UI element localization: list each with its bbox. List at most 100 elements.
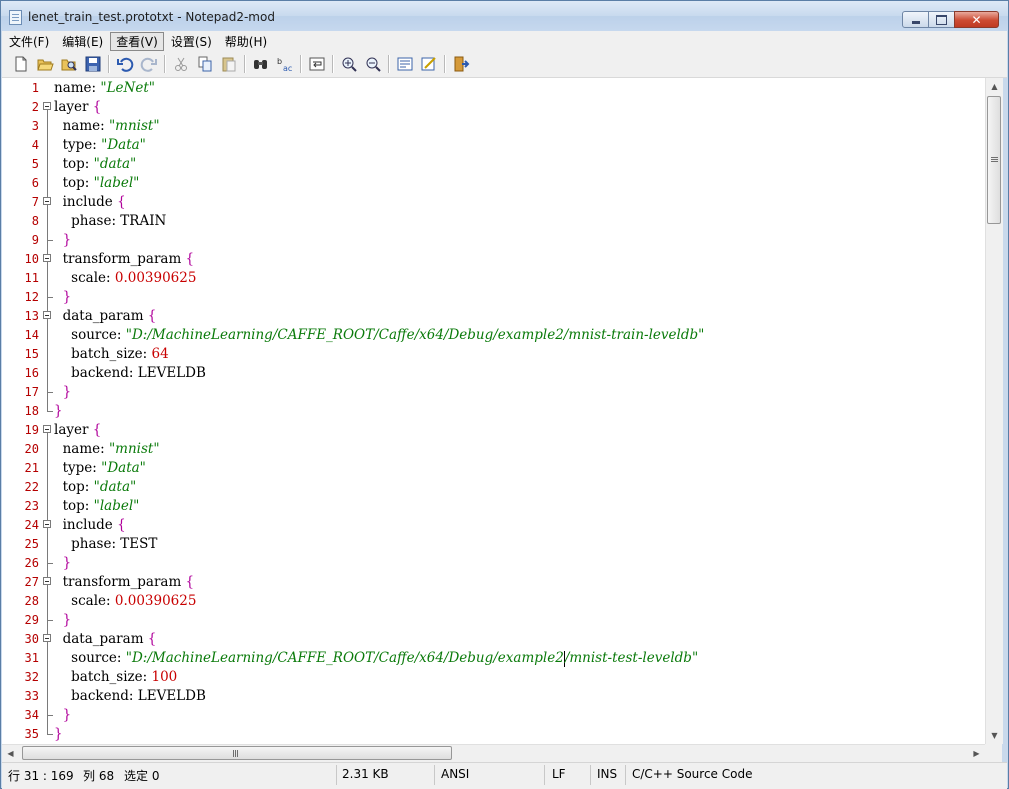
code-line[interactable]: 7 include { <box>2 193 985 212</box>
code-line[interactable]: 30 data_param { <box>2 630 985 649</box>
code-line[interactable]: 20 name: "mnist" <box>2 440 985 459</box>
vertical-scroll-thumb[interactable] <box>987 96 1001 224</box>
notepad-app-icon[interactable] <box>9 10 22 25</box>
code-line[interactable]: 5 top: "data" <box>2 155 985 174</box>
horizontal-scroll-thumb[interactable] <box>22 746 452 760</box>
code-line[interactable]: 25 phase: TEST <box>2 535 985 554</box>
code-line[interactable]: 12 } <box>2 288 985 307</box>
close-button[interactable]: ✕ <box>954 11 999 28</box>
paste-icon[interactable] <box>220 55 238 73</box>
code-line[interactable]: 32 batch_size: 100 <box>2 668 985 687</box>
new-file-icon[interactable] <box>12 55 30 73</box>
code-line[interactable]: 18} <box>2 402 985 421</box>
fold-guide <box>41 592 55 611</box>
fold-toggle-icon[interactable] <box>41 630 55 649</box>
scroll-left-icon[interactable]: ◀ <box>2 745 19 762</box>
status-encoding[interactable]: ANSI <box>441 767 469 781</box>
code-line[interactable]: 13 data_param { <box>2 307 985 326</box>
status-line-ending[interactable]: LF <box>552 767 566 781</box>
code-token: source: <box>54 327 126 343</box>
horizontal-scrollbar[interactable]: ◀ ▶ <box>2 744 985 762</box>
save-icon[interactable] <box>84 55 102 73</box>
zoom-in-icon[interactable] <box>340 55 358 73</box>
code-editor[interactable]: 1 name: "LeNet" 2 layer {3 name: "mnist" 4 t… <box>2 78 985 744</box>
fold-toggle-icon[interactable] <box>41 516 55 535</box>
code-line[interactable]: 22 top: "data" <box>2 478 985 497</box>
code-text: } <box>54 706 72 725</box>
title-bar[interactable]: lenet_train_test.prototxt - Notepad2-mod… <box>1 1 1008 31</box>
customize-scheme-icon[interactable] <box>420 55 438 73</box>
code-line[interactable]: 8 phase: TRAIN <box>2 212 985 231</box>
copy-icon[interactable] <box>196 55 214 73</box>
zoom-out-icon[interactable] <box>364 55 382 73</box>
code-line[interactable]: 10 transform_param { <box>2 250 985 269</box>
code-line[interactable]: 15 batch_size: 64 <box>2 345 985 364</box>
menu-help[interactable]: 帮助(H) <box>219 32 273 51</box>
menu-settings[interactable]: 设置(S) <box>165 32 218 51</box>
code-token: "data" <box>93 156 137 172</box>
maximize-button[interactable] <box>928 11 955 28</box>
code-token: { <box>117 194 126 210</box>
scroll-right-icon[interactable]: ▶ <box>968 745 985 762</box>
code-line[interactable]: 23 top: "label" <box>2 497 985 516</box>
exit-icon[interactable] <box>452 55 470 73</box>
code-token: layer <box>54 99 93 115</box>
code-line[interactable]: 34 } <box>2 706 985 725</box>
redo-icon[interactable] <box>140 55 158 73</box>
scroll-down-icon[interactable]: ▼ <box>986 727 1003 744</box>
scheme-icon[interactable] <box>396 55 414 73</box>
fold-guide <box>41 554 55 573</box>
code-line[interactable]: 27 transform_param { <box>2 573 985 592</box>
fold-toggle-icon[interactable] <box>41 573 55 592</box>
fold-guide <box>41 402 55 421</box>
minimize-button[interactable] <box>902 11 929 28</box>
cut-icon[interactable] <box>172 55 190 73</box>
find-icon[interactable] <box>252 55 270 73</box>
toolbar-separator <box>244 55 245 73</box>
word-wrap-icon[interactable] <box>308 55 326 73</box>
code-line[interactable]: 11 scale: 0.00390625 <box>2 269 985 288</box>
line-number: 35 <box>24 727 39 741</box>
code-line[interactable]: 6 top: "label" <box>2 174 985 193</box>
code-line[interactable]: 14 source: "D:/MachineLearning/CAFFE_ROO… <box>2 326 985 345</box>
status-insert-mode[interactable]: INS <box>597 767 617 781</box>
menu-edit[interactable]: 编辑(E) <box>56 32 109 51</box>
open-folder-icon[interactable] <box>36 55 54 73</box>
code-line[interactable]: 2 layer { <box>2 98 985 117</box>
fold-toggle-icon[interactable] <box>41 421 55 440</box>
line-number: 12 <box>24 290 39 304</box>
vertical-scrollbar[interactable]: ▲ ▼ <box>985 78 1003 744</box>
code-line[interactable]: 1 name: "LeNet" <box>2 79 985 98</box>
code-line[interactable]: 16 backend: LEVELDB <box>2 364 985 383</box>
code-line[interactable]: 24 include { <box>2 516 985 535</box>
code-text: batch_size: 64 <box>54 345 169 364</box>
code-line[interactable]: 19 layer { <box>2 421 985 440</box>
menu-view[interactable]: 查看(V) <box>110 31 164 51</box>
fold-toggle-icon[interactable] <box>41 250 55 269</box>
scroll-up-icon[interactable]: ▲ <box>986 78 1003 95</box>
code-text: layer { <box>54 98 101 117</box>
code-line[interactable]: 35} <box>2 725 985 744</box>
status-lexer[interactable]: C/C++ Source Code <box>632 767 752 781</box>
browse-icon[interactable] <box>60 55 78 73</box>
fold-toggle-icon[interactable] <box>41 307 55 326</box>
undo-icon[interactable] <box>116 55 134 73</box>
grip-icon <box>233 750 234 757</box>
replace-icon[interactable]: bac <box>276 55 294 73</box>
code-line[interactable]: 31 source: "D:/MachineLearning/CAFFE_ROO… <box>2 649 985 668</box>
code-line[interactable]: 29 } <box>2 611 985 630</box>
line-number: 11 <box>24 271 39 285</box>
code-line[interactable]: 3 name: "mnist" <box>2 117 985 136</box>
fold-toggle-icon[interactable] <box>41 193 55 212</box>
code-line[interactable]: 4 type: "Data" <box>2 136 985 155</box>
code-line[interactable]: 21 type: "Data" <box>2 459 985 478</box>
line-number: 3 <box>31 119 39 133</box>
code-line[interactable]: 26 } <box>2 554 985 573</box>
code-line[interactable]: 9 } <box>2 231 985 250</box>
code-line[interactable]: 33 backend: LEVELDB <box>2 687 985 706</box>
code-line[interactable]: 28 scale: 0.00390625 <box>2 592 985 611</box>
code-line[interactable]: 17 } <box>2 383 985 402</box>
fold-toggle-icon[interactable] <box>41 98 55 117</box>
code-token: scale: <box>54 270 115 286</box>
menu-file[interactable]: 文件(F) <box>3 32 55 51</box>
